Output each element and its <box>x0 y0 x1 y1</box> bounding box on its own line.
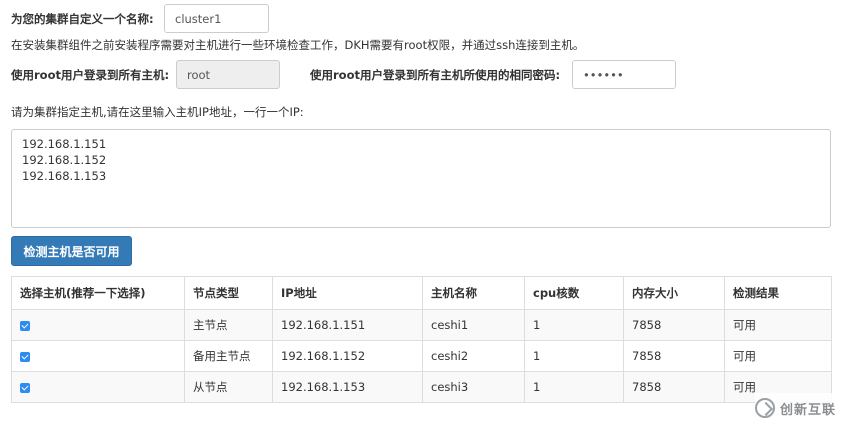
hostname-cell: ceshi3 <box>422 371 525 403</box>
hostname-cell: ceshi2 <box>422 340 525 372</box>
root-user-value: root <box>187 67 211 82</box>
node-type-cell: 从节点 <box>184 371 273 403</box>
host-line: 192.168.1.153 <box>22 169 107 183</box>
table-row: 备用主节点 192.168.1.152 ceshi2 1 7858 可用 <box>11 340 832 372</box>
watermark: 创新互联 <box>755 393 854 423</box>
node-type-cell: 主节点 <box>184 309 273 341</box>
header-hostname: 主机名称 <box>422 276 525 310</box>
hosts-label: 请为集群指定主机,请在这里输入主机IP地址，一行一个IP: <box>11 105 304 119</box>
hosts-textarea[interactable]: 192.168.1.151 192.168.1.152 192.168.1.15… <box>11 129 831 228</box>
header-ip: IP地址 <box>272 276 423 310</box>
select-cell <box>11 340 185 372</box>
host-select-checkbox[interactable] <box>20 382 30 393</box>
root-password-label: 使用root用户登录到所有主机所使用的相同密码: <box>310 68 561 82</box>
hostname-cell: ceshi1 <box>422 309 525 341</box>
header-memory: 内存大小 <box>623 276 725 310</box>
node-type-cell: 备用主节点 <box>184 340 273 372</box>
ip-cell: 192.168.1.151 <box>272 309 423 341</box>
notice-text: 在安装集群组件之前安装程序需要对主机进行一些环境检查工作，DKH需要有root权… <box>11 38 585 52</box>
root-password-input[interactable]: •••••• <box>572 60 676 89</box>
header-result: 检测结果 <box>724 276 832 310</box>
root-user-label: 使用root用户登录到所有主机: <box>11 68 170 82</box>
memory-cell: 7858 <box>623 371 725 403</box>
table-row: 主节点 192.168.1.151 ceshi1 1 7858 可用 <box>11 309 832 341</box>
select-cell <box>11 371 185 403</box>
host-line: 192.168.1.152 <box>22 153 107 167</box>
root-password-value: •••••• <box>583 67 624 82</box>
ip-cell: 192.168.1.152 <box>272 340 423 372</box>
cluster-name-value: cluster1 <box>175 11 222 26</box>
table-row: 从节点 192.168.1.153 ceshi3 1 7858 可用 <box>11 371 832 403</box>
memory-cell: 7858 <box>623 340 725 372</box>
root-user-input: root <box>176 60 280 89</box>
cpu-cell: 1 <box>524 371 624 403</box>
result-cell: 可用 <box>724 309 832 341</box>
cpu-cell: 1 <box>524 309 624 341</box>
hosts-table: 选择主机(推荐一下选择) 节点类型 IP地址 主机名称 cpu核数 内存大小 检… <box>11 276 832 403</box>
check-hosts-button[interactable]: 检测主机是否可用 <box>11 236 132 266</box>
watermark-text: 创新互联 <box>780 402 837 418</box>
memory-cell: 7858 <box>623 309 725 341</box>
table-header-row: 选择主机(推荐一下选择) 节点类型 IP地址 主机名称 cpu核数 内存大小 检… <box>11 276 832 310</box>
header-cpu: cpu核数 <box>524 276 624 310</box>
host-line: 192.168.1.151 <box>22 137 107 151</box>
header-node-type: 节点类型 <box>184 276 273 310</box>
host-select-checkbox[interactable] <box>20 320 30 331</box>
header-select: 选择主机(推荐一下选择) <box>11 276 185 310</box>
host-select-checkbox[interactable] <box>20 351 30 362</box>
ip-cell: 192.168.1.153 <box>272 371 423 403</box>
cluster-name-input[interactable]: cluster1 <box>164 4 269 33</box>
watermark-logo-icon <box>755 398 775 418</box>
cluster-name-label: 为您的集群自定义一个名称: <box>11 12 154 26</box>
select-cell <box>11 309 185 341</box>
result-cell: 可用 <box>724 340 832 372</box>
cpu-cell: 1 <box>524 340 624 372</box>
